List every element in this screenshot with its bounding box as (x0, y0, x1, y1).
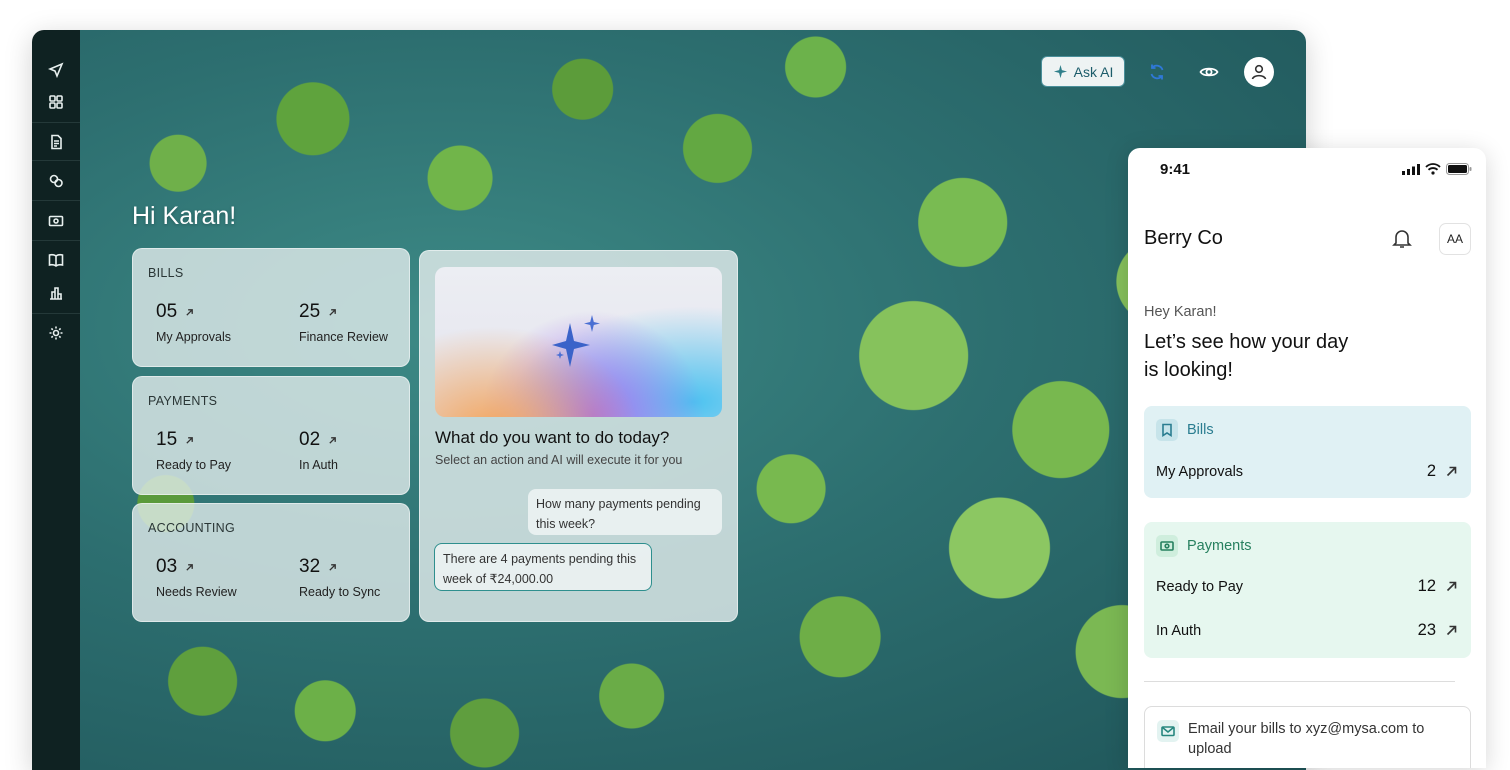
grid-icon[interactable] (44, 90, 68, 114)
user-icon (1251, 64, 1267, 80)
stat-value: 02 (299, 429, 321, 450)
refresh-icon (1150, 64, 1164, 80)
stat-value: 25 (299, 301, 321, 322)
stat-value: 15 (156, 429, 178, 450)
card-title: BILLS (148, 266, 184, 280)
wifi-icon (1425, 163, 1441, 175)
arrow-up-right-icon (186, 563, 194, 571)
status-time: 9:41 (1160, 161, 1191, 178)
sidebar-divider (32, 200, 80, 201)
stat-label: Ready to Sync (299, 585, 381, 599)
stat-ready-to-pay[interactable]: 15 Ready to Pay (156, 429, 231, 472)
stat-value: 32 (299, 556, 321, 577)
mobile-greeting: Hey Karan! (1144, 304, 1217, 320)
card-title: ACCOUNTING (148, 521, 236, 535)
row-ready-to-pay[interactable]: Ready to Pay 12 (1156, 577, 1457, 596)
stat-my-approvals[interactable]: 05 My Approvals (156, 301, 231, 344)
battery-icon (1446, 163, 1472, 175)
payments-card: PAYMENTS 15 Ready to Pay 02 In Auth (132, 376, 410, 495)
payments-section-header: Payments (1156, 535, 1251, 557)
arrow-up-right-icon (1446, 581, 1457, 592)
bookmark-icon (1156, 419, 1178, 441)
arrow-up-right-icon (186, 436, 194, 444)
arrow-up-right-icon (186, 308, 194, 316)
user-chat-bubble: How many payments pending this week? (528, 489, 722, 535)
accounting-card: ACCOUNTING 03 Needs Review 32 Ready to S… (132, 503, 410, 622)
stat-in-auth[interactable]: 02 In Auth (299, 429, 338, 472)
sidebar-divider (32, 240, 80, 241)
row-my-approvals[interactable]: My Approvals 2 (1156, 462, 1457, 481)
bills-section-header: Bills (1156, 419, 1214, 441)
stat-label: Ready to Pay (156, 458, 232, 472)
gear-icon[interactable] (44, 321, 68, 345)
sidebar-divider (32, 313, 80, 314)
chart-icon[interactable] (44, 281, 68, 305)
row-label: Ready to Pay (1156, 578, 1244, 595)
company-name: Berry Co (1144, 227, 1223, 249)
ai-question: What do you want to do today? (435, 428, 670, 447)
desktop-app-window: Ask AI Hi Karan! BILLS 05 My Approvals 2… (32, 30, 1306, 770)
bills-section: Bills My Approvals 2 (1144, 406, 1471, 498)
payments-section-title: Payments (1187, 538, 1252, 554)
ai-subtitle: Select an action and AI will execute it … (435, 453, 683, 467)
bills-card: BILLS 05 My Approvals 25 Finance Review (132, 248, 410, 367)
payments-section: Payments Ready to Pay 12 In Auth 23 (1144, 522, 1471, 658)
stat-ready-to-sync[interactable]: 32 Ready to Sync (299, 556, 380, 599)
card-title: PAYMENTS (148, 394, 218, 408)
arrow-up-right-icon (329, 563, 337, 571)
stat-label: Needs Review (156, 585, 237, 599)
mail-icon (1157, 720, 1179, 742)
ask-ai-label: Ask AI (1073, 63, 1114, 80)
notifications-button[interactable] (1390, 226, 1416, 252)
row-label: In Auth (1156, 622, 1202, 639)
ai-hero-banner (435, 267, 722, 417)
row-in-auth[interactable]: In Auth 23 (1156, 621, 1457, 640)
contacts-icon[interactable] (44, 169, 68, 193)
greeting-heading: Hi Karan! (132, 202, 237, 230)
row-value: 2 (1426, 462, 1436, 480)
bell-icon (1392, 230, 1412, 248)
sidebar-divider (32, 160, 80, 161)
stat-needs-review[interactable]: 03 Needs Review (156, 556, 237, 599)
stat-label: Finance Review (299, 330, 388, 344)
refresh-button[interactable] (1142, 57, 1172, 87)
email-upload-card[interactable]: Email your bills to xyz@mysa.com to uplo… (1144, 706, 1471, 768)
signal-icon (1402, 163, 1420, 175)
status-icons (1402, 163, 1472, 175)
book-icon[interactable] (44, 248, 68, 272)
row-value: 23 (1417, 621, 1436, 639)
ai-chat-bubble: There are 4 payments pending this week o… (434, 543, 652, 591)
eye-icon (1199, 67, 1219, 77)
arrow-up-right-icon (1446, 466, 1457, 477)
stat-value: 03 (156, 556, 178, 577)
divider (1144, 681, 1455, 682)
user-profile-button[interactable] (1244, 57, 1274, 87)
bills-section-title: Bills (1187, 422, 1214, 438)
avatar[interactable]: AA (1439, 223, 1471, 255)
arrow-up-right-icon (329, 308, 337, 316)
ai-assistant-card: What do you want to do today? Select an … (419, 250, 738, 622)
stat-label: In Auth (299, 458, 338, 472)
document-icon[interactable] (44, 130, 68, 154)
row-value: 12 (1417, 577, 1436, 595)
email-upload-text: Email your bills to xyz@mysa.com to uplo… (1188, 721, 1425, 757)
stat-value: 05 (156, 301, 178, 322)
mobile-headline: Let’s see how your day is looking! (1144, 331, 1349, 381)
view-button[interactable] (1194, 57, 1224, 87)
sparkle-icon (552, 315, 600, 367)
row-label: My Approvals (1156, 463, 1244, 480)
ask-ai-button[interactable]: Ask AI (1041, 56, 1125, 87)
arrow-up-right-icon (1446, 625, 1457, 636)
stat-finance-review[interactable]: 25 Finance Review (299, 301, 388, 344)
sparkle-icon (1053, 64, 1067, 79)
arrow-up-right-icon (329, 436, 337, 444)
mobile-app-screen: 9:41 Berry Co AA Hey Karan! Let’s see ho… (1128, 148, 1486, 768)
money-icon (1156, 535, 1178, 557)
sidebar-divider (32, 122, 80, 123)
stat-label: My Approvals (156, 330, 232, 344)
sidebar (32, 30, 80, 770)
bill-icon[interactable] (44, 209, 68, 233)
send-icon[interactable] (44, 58, 68, 82)
